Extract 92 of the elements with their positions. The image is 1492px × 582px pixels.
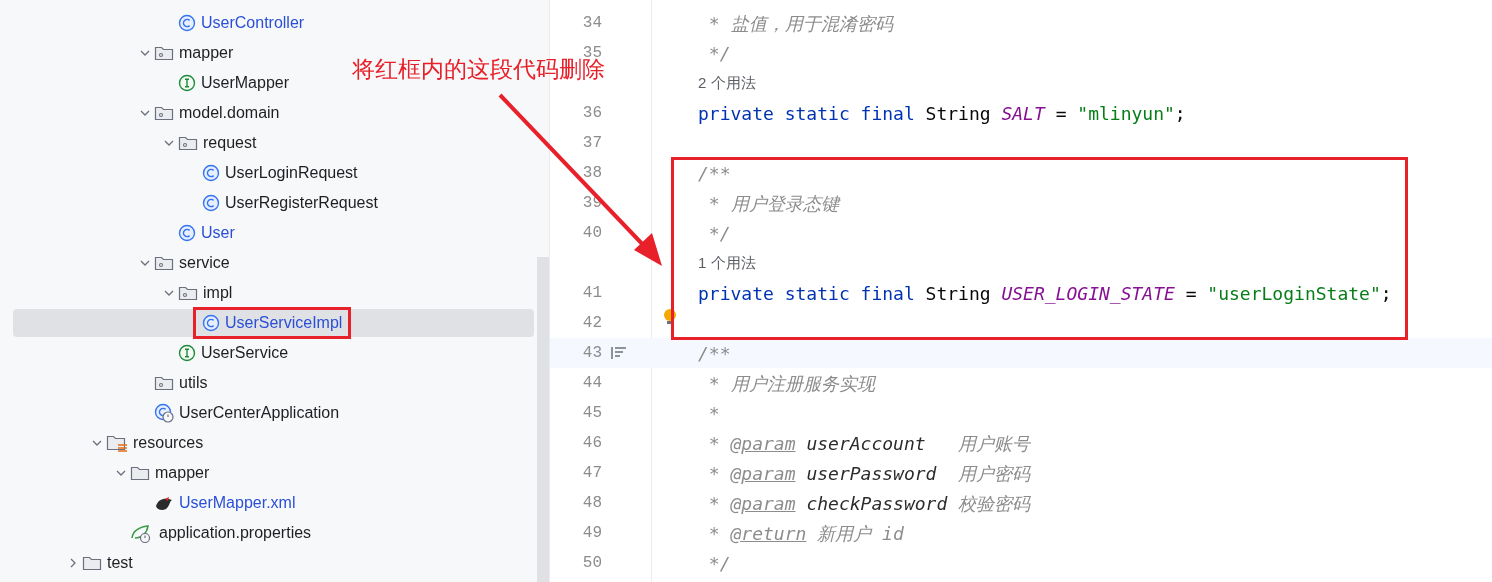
code-token: */ xyxy=(707,551,731,576)
code-token: ; xyxy=(1174,101,1186,126)
line-number: 36 xyxy=(581,103,602,124)
line-number: 49 xyxy=(581,523,602,544)
tree-item[interactable]: mapper xyxy=(155,461,210,485)
line-number: 38 xyxy=(581,163,602,184)
code-token: 用户密码 xyxy=(958,461,1031,486)
code-token: /** xyxy=(698,341,731,366)
code-token: * xyxy=(707,491,721,516)
code-token: 新用户 id xyxy=(816,521,904,546)
line-number: 48 xyxy=(581,493,602,514)
line-number: 34 xyxy=(581,13,602,34)
line-number: 45 xyxy=(581,403,602,424)
code-token: * xyxy=(707,431,721,456)
code-token: "userLoginState" xyxy=(1207,281,1381,306)
line-number: 40 xyxy=(581,223,602,244)
code-token: * 用户登录态键 xyxy=(707,191,839,216)
tree-item[interactable]: UserCenterApplication xyxy=(179,401,340,425)
code-token: userAccount xyxy=(805,431,927,456)
code-token: * xyxy=(707,401,720,426)
line-number: 50 xyxy=(581,553,602,574)
folder-icon xyxy=(82,554,102,572)
code-token: private static final xyxy=(698,101,916,126)
class-icon xyxy=(202,314,220,332)
tree-item[interactable]: service xyxy=(179,251,230,275)
tree-item[interactable]: model.domain xyxy=(179,101,280,125)
doc-comment-icon[interactable] xyxy=(610,345,628,361)
line-number: 43 xyxy=(581,343,602,364)
code-token: String xyxy=(925,281,992,306)
line-number: 44 xyxy=(581,373,602,394)
code-token: "mlinyun" xyxy=(1077,101,1175,126)
mybatis-bird-icon xyxy=(154,494,174,512)
package-folder-icon xyxy=(154,104,174,122)
folder-icon xyxy=(130,464,150,482)
tree-item[interactable]: utils xyxy=(179,371,208,395)
code-token: SALT xyxy=(1001,101,1045,126)
code-token: */ xyxy=(707,221,731,246)
usage-hint[interactable]: 1 个用法 xyxy=(698,251,756,275)
tree-item[interactable]: resources xyxy=(133,431,204,455)
usage-hint[interactable]: 2 个用法 xyxy=(698,71,756,95)
code-token: * xyxy=(707,461,721,486)
code-token: 校验密码 xyxy=(958,491,1031,516)
code-token: userPassword xyxy=(805,461,938,486)
tree-item[interactable]: application.properties xyxy=(159,521,312,545)
tree-item[interactable]: UserController xyxy=(201,11,305,35)
code-token: @param xyxy=(730,491,796,516)
application-class-icon xyxy=(154,403,174,423)
tree-item[interactable]: UserServiceImpl xyxy=(225,311,343,335)
line-number: 41 xyxy=(581,283,602,304)
tree-item[interactable]: UserMapper xyxy=(201,71,290,95)
line-number: 37 xyxy=(581,133,602,154)
code-token: * 盐值，用于混淆密码 xyxy=(707,11,893,36)
package-folder-icon xyxy=(154,254,174,272)
code-token: */ xyxy=(707,41,731,66)
code-token: String xyxy=(925,101,992,126)
interface-icon xyxy=(178,74,196,92)
code-token: /** xyxy=(698,161,731,186)
class-icon xyxy=(178,224,196,242)
code-token: checkPassword xyxy=(805,491,949,516)
scrollbar-thumb[interactable] xyxy=(537,257,549,582)
tree-item[interactable]: UserRegisterRequest xyxy=(225,191,378,215)
class-icon xyxy=(202,194,220,212)
code-token: * 用户注册服务实现 xyxy=(707,371,875,396)
code-token: @param xyxy=(730,461,796,486)
interface-icon xyxy=(178,344,196,362)
code-token: = xyxy=(1184,281,1198,306)
code-token: 用户账号 xyxy=(958,431,1031,456)
package-folder-icon xyxy=(178,284,198,302)
package-folder-icon xyxy=(154,374,174,392)
tree-item[interactable]: request xyxy=(203,131,257,155)
tree-item[interactable]: test xyxy=(107,551,133,575)
line-number: 47 xyxy=(581,463,602,484)
tree-item[interactable]: UserService xyxy=(201,341,289,365)
tree-item[interactable]: User xyxy=(201,221,235,245)
tree-item[interactable]: UserMapper.xml xyxy=(179,491,296,515)
tree-item[interactable]: UserLoginRequest xyxy=(225,161,358,185)
code-token: @return xyxy=(730,521,807,546)
code-token: private static final xyxy=(698,281,916,306)
line-number: 46 xyxy=(581,433,602,454)
code-token: = xyxy=(1054,101,1068,126)
code-token: ; xyxy=(1380,281,1392,306)
code-token: USER_LOGIN_STATE xyxy=(1001,281,1175,306)
package-folder-icon xyxy=(178,134,198,152)
resources-folder-icon xyxy=(106,433,128,453)
tree-item[interactable]: mapper xyxy=(179,41,234,65)
tree-item[interactable]: impl xyxy=(203,281,233,305)
class-icon xyxy=(202,164,220,182)
code-token: * xyxy=(707,521,721,546)
package-folder-icon xyxy=(154,44,174,62)
class-icon xyxy=(178,14,196,32)
code-token: @param xyxy=(730,431,796,456)
line-number: 42 xyxy=(581,313,602,334)
